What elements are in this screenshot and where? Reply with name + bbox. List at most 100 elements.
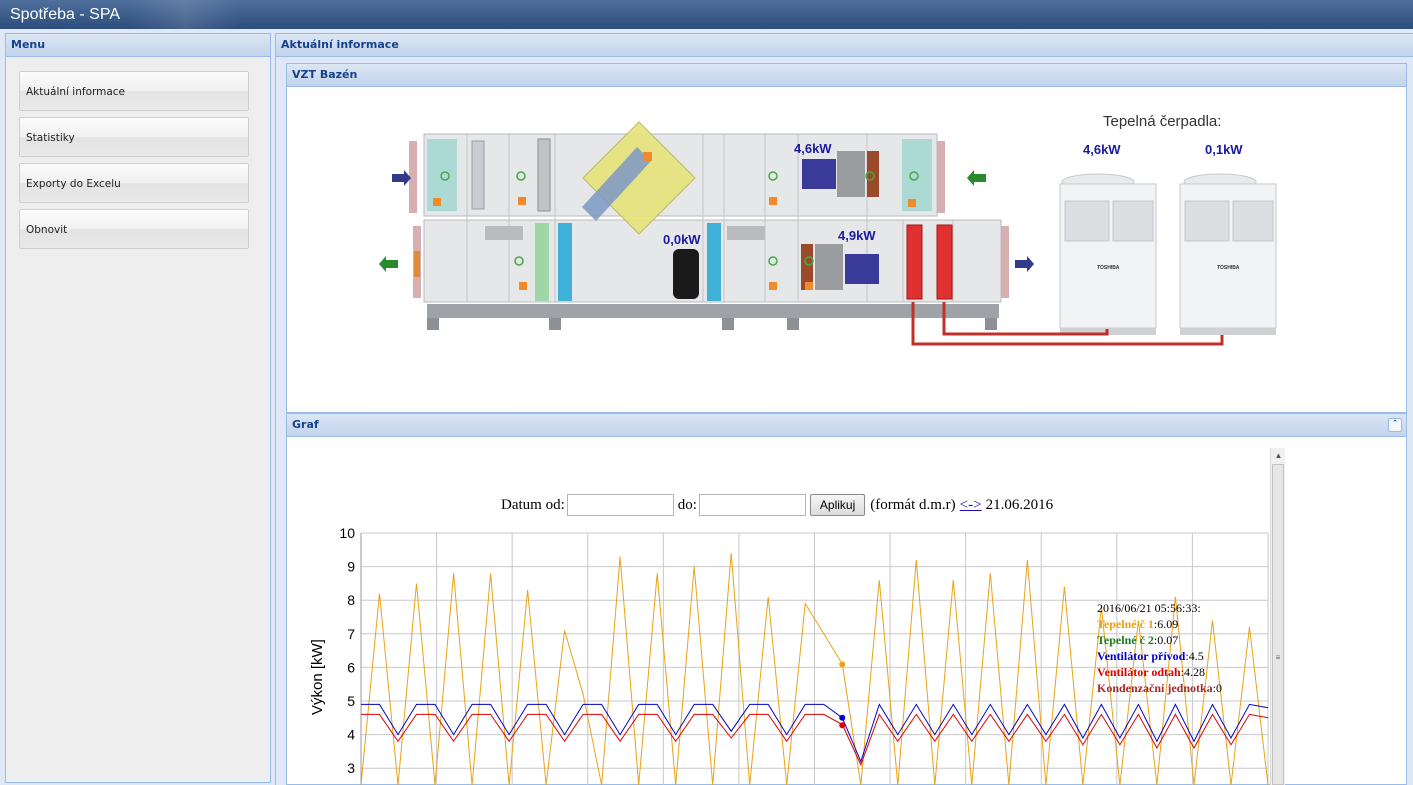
upper-left-flange [409,141,417,213]
lower-right-flange [1001,226,1009,298]
current-date: 21.06.2016 [985,496,1054,513]
menu-item-label: Aktuální informace [26,86,126,98]
fan-supply-power: 4,6kW [794,141,832,156]
heat-pump-2-power: 0,1kW [1205,142,1243,157]
date-to-label: do: [677,496,697,513]
heat-pump-1: TOSHIBA [1059,173,1157,335]
upper-mesh-filter [537,138,551,212]
supply-fan-housing [837,151,865,197]
tooltip-series-name: Tepelné č 2 [1097,633,1154,647]
date-to-input[interactable] [698,494,806,516]
tooltip-row: Ventilátor odtah:4.28 [1097,665,1206,679]
highlight-point [839,714,846,721]
lower-green-coil [535,223,549,301]
menu-title: Menu [11,38,46,51]
menu-item-label: Statistiky [26,132,75,144]
unit-foot [722,318,734,330]
y-axis-label: Výkon [kW] [309,639,326,715]
highlight-point [839,661,846,668]
y-tick-label: 5 [347,693,355,709]
condensate-pump [673,249,699,299]
app-title-bar: Spotřeba - SPA [0,0,1413,29]
scroll-up-icon[interactable]: ▲ [1271,448,1286,463]
upper-right-filter [902,139,932,211]
condenser-coil-2 [936,224,953,300]
y-axis-ticks: 3 4 5 6 7 8 9 10 [339,525,355,776]
unit-foot [549,318,561,330]
graf-title: Graf [292,418,319,431]
tooltip-rows: Tepelné č 1:6.09 Tepelné č 2:0.07 Ventil… [1097,616,1222,696]
fan-exhaust-power: 4,9kW [838,228,876,243]
scrollbar-thumb[interactable] [1272,464,1284,785]
svg-text:TOSHIBA: TOSHIBA [1097,265,1120,271]
unit-foot [787,318,799,330]
menu-body: Aktuální informace Statistiky Exporty do… [6,58,270,782]
tooltip-row: Tepelné č 1:6.09 [1097,617,1179,631]
menu-item-label: Exporty do Excelu [26,178,121,190]
lower-blue-coil-2 [707,223,721,301]
intake-arrow-icon [392,170,411,186]
heat-pumps-title: Tepelná čerpadla: [1103,113,1221,130]
exhaust-fan-housing [815,244,843,290]
date-filter-form: Datum od: do: Aplikuj (formát d.m.r) <->… [501,494,1053,516]
date-nav-link[interactable]: <-> [960,497,982,514]
app-title: Spotřeba - SPA [10,6,120,23]
exhaust-arrow-icon [379,256,398,272]
unit-foot [427,318,439,330]
lower-damper-block-2 [727,226,765,240]
menu-item-aktualni-informace[interactable]: Aktuální informace [19,71,249,111]
menu-item-exporty[interactable]: Exporty do Excelu [19,163,249,203]
tooltip-series-value: 6.09 [1157,617,1179,631]
y-tick-label: 7 [347,626,355,642]
menu-panel: Menu Aktuální informace Statistiky Expor… [5,33,271,783]
menu-item-label: Obnovit [26,224,68,236]
upper-right-flange [937,141,945,213]
supply-fan-motor [802,159,836,189]
title-bar-highlight [130,0,240,29]
tooltip-series-value: 0 [1216,681,1223,695]
tooltip-series-name: Tepelné č 1 [1097,617,1154,631]
exhaust-fan-motor [845,254,879,284]
apply-button[interactable]: Aplikuj [809,494,866,516]
date-from-label: Datum od: [501,496,565,513]
condensing-unit-power: 0,0kW [663,232,701,247]
return-arrow-icon [967,170,986,186]
collapse-up-icon[interactable]: ˆ [1388,418,1402,432]
main-title: Aktuální informace [281,38,399,51]
date-from-input[interactable] [566,494,674,516]
tooltip-series-name: Ventilátor odtah [1097,665,1181,679]
supply-arrow-icon [1015,256,1034,272]
tooltip-row: Tepelné č 2:0.07 [1097,633,1179,647]
tooltip-row: Kondenzační jednotka:0 [1097,681,1223,695]
tooltip-series-value: 4.5 [1188,649,1204,663]
scroll-grip-icon: ≡ [1275,653,1281,662]
y-tick-label: 4 [347,727,355,743]
condenser-coil-1 [906,224,923,300]
y-tick-label: 3 [347,760,355,776]
upper-filter [427,139,457,211]
unit-foot [985,318,997,330]
menu-item-obnovit[interactable]: Obnovit [19,209,249,249]
heat-pump-1-power: 4,6kW [1083,142,1121,157]
main-header: Aktuální informace [276,33,1413,57]
graf-scrollbar[interactable]: ▲ ≡ [1270,448,1285,785]
chart-highlight-points [839,661,846,729]
vzt-panel: VZT Bazén 4,6kW 4,9kW 0,0kW Tepelná čerp… [286,63,1407,413]
menu-item-statistiky[interactable]: Statistiky [19,117,249,157]
tooltip-series-value: 4.28 [1184,665,1206,679]
date-format-hint: (formát d.m.r) [870,496,956,513]
y-tick-label: 9 [347,559,355,575]
lower-blue-coil [558,223,572,301]
vzt-title: VZT Bazén [292,68,358,81]
tooltip-series-name: Kondenzační jednotka [1097,681,1213,695]
menu-header: Menu [5,33,271,57]
y-tick-label: 10 [339,525,355,541]
tooltip-row: Ventilátor přívod:4.5 [1097,649,1204,663]
tooltip-timestamp: 2016/06/21 05:56:33: [1097,601,1201,615]
tooltip-series-name: Ventilátor přívod [1097,649,1186,663]
y-tick-label: 6 [347,659,355,675]
svg-text:TOSHIBA: TOSHIBA [1217,265,1240,271]
heat-pump-2: TOSHIBA [1179,173,1277,335]
highlight-point [839,722,846,729]
chart-tooltip: 2016/06/21 05:56:33: Tepelné č 1:6.09 Te… [1097,600,1222,696]
